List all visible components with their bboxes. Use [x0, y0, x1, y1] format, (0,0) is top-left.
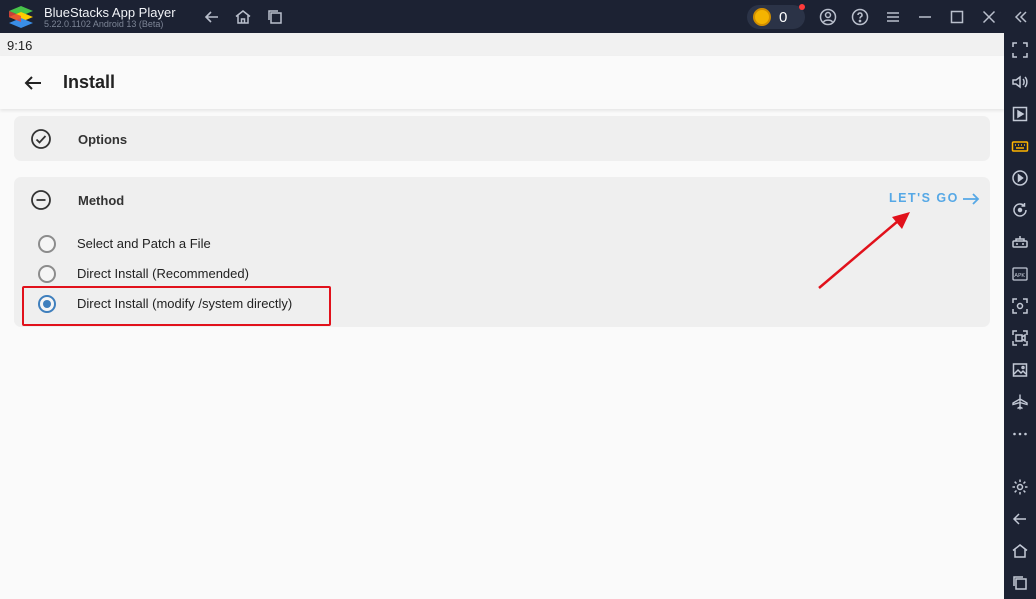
coin-icon [753, 8, 771, 26]
gallery-icon[interactable] [1011, 361, 1029, 379]
keyboard-controls-icon[interactable] [1011, 137, 1029, 155]
settings-icon[interactable] [1011, 478, 1029, 496]
options-card[interactable]: Options [14, 116, 990, 161]
install-apk-icon[interactable]: APK [1011, 265, 1029, 283]
coins-badge[interactable]: 0 [747, 4, 805, 29]
multi-instance-icon[interactable] [266, 8, 284, 26]
coin-count: 0 [779, 9, 788, 26]
radio-button[interactable] [38, 265, 56, 283]
fullscreen-icon[interactable] [1011, 41, 1029, 59]
collapse-sidebar-icon[interactable] [1012, 8, 1030, 26]
back-icon[interactable] [203, 8, 221, 26]
media-icon[interactable] [1011, 105, 1029, 123]
radio-option-direct-install[interactable]: Direct Install (Recommended) [36, 263, 356, 285]
annotation-highlight-box [22, 286, 331, 326]
macro-icon[interactable] [1011, 169, 1029, 187]
svg-text:APK: APK [1014, 273, 1025, 279]
options-card-title: Options [78, 132, 128, 147]
menu-icon[interactable] [884, 8, 902, 26]
screenshot-icon[interactable] [1011, 297, 1029, 315]
minimize-icon[interactable] [916, 8, 934, 26]
maximize-icon[interactable] [948, 8, 966, 26]
title-bar: BlueStacks App Player 5.22.0.1102 Androi… [0, 0, 1036, 33]
record-icon[interactable] [1011, 329, 1029, 347]
app-version: 5.22.0.1102 Android 13 (Beta) [44, 19, 164, 29]
rotate-icon[interactable] [1011, 201, 1029, 219]
back-arrow-icon[interactable] [22, 72, 44, 94]
bluestacks-logo-icon [9, 6, 33, 28]
radio-label: Direct Install (Recommended) [77, 266, 249, 281]
status-bar: 9:16 [0, 33, 1004, 56]
app-title: BlueStacks App Player [44, 5, 176, 20]
radio-label: Select and Patch a File [77, 236, 211, 251]
lets-go-button[interactable]: LET'S GO [889, 191, 959, 205]
home-icon[interactable] [234, 8, 252, 26]
method-card-title: Method [78, 193, 125, 208]
android-home-icon[interactable] [1011, 542, 1029, 560]
help-icon[interactable] [851, 8, 869, 26]
notification-dot [799, 4, 805, 10]
radio-button[interactable] [38, 235, 56, 253]
android-back-icon[interactable] [1011, 510, 1029, 528]
android-screen: 9:16 Install Options Method LET'S GO Sel… [0, 33, 1004, 599]
radio-option-select-and-patch[interactable]: Select and Patch a File [36, 233, 356, 255]
more-icon[interactable] [1011, 425, 1029, 443]
right-toolbar: APK [1004, 33, 1036, 599]
minus-circle-icon[interactable] [30, 189, 52, 211]
page-title: Install [63, 72, 116, 92]
app-bar: Install [0, 56, 1004, 109]
status-clock: 9:16 [7, 38, 33, 53]
gamepad-icon[interactable] [1011, 233, 1029, 251]
account-icon[interactable] [819, 8, 837, 26]
arrow-right-icon[interactable] [962, 191, 980, 207]
check-circle-icon [31, 129, 51, 149]
airplane-mode-icon[interactable] [1011, 393, 1029, 411]
volume-icon[interactable] [1011, 73, 1029, 91]
close-icon[interactable] [980, 8, 998, 26]
android-recents-icon[interactable] [1011, 574, 1029, 592]
